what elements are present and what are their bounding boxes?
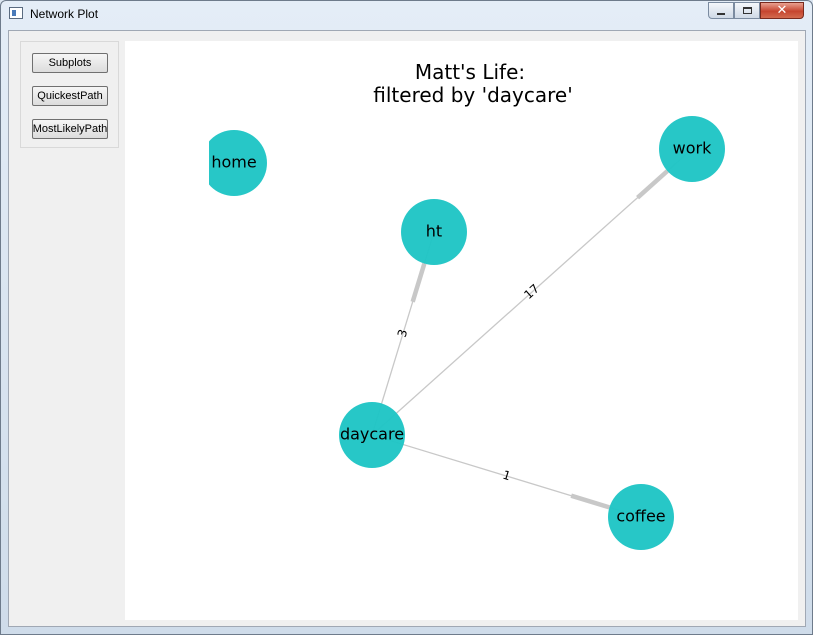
- window-title: Network Plot: [30, 7, 99, 21]
- subplots-button[interactable]: Subplots: [32, 53, 108, 73]
- window-app-icon: [9, 7, 23, 19]
- nodes-layer: home ht work daycare coffee: [209, 116, 725, 550]
- close-icon: ✕: [776, 3, 788, 18]
- edge-weight-label: 3: [395, 328, 411, 339]
- minimize-icon: [717, 12, 725, 15]
- node-label-work: work: [673, 139, 712, 158]
- node-label-coffee: coffee: [616, 507, 665, 526]
- node-label-home: home: [211, 153, 256, 172]
- most-likely-path-button[interactable]: MostLikelyPath: [32, 119, 108, 139]
- client-area: Subplots QuickestPath MostLikelyPath Mat…: [8, 30, 806, 627]
- edge-arrow-daycare-coffee: [570, 493, 611, 510]
- minimize-button[interactable]: [708, 2, 734, 19]
- network-graph: Matt's Life: filtered by 'daycare' 3171 …: [209, 60, 725, 550]
- node-label-daycare: daycare: [340, 425, 404, 444]
- button-panel: Subplots QuickestPath MostLikelyPath: [20, 41, 119, 148]
- edge-arrow-daycare-work: [636, 169, 669, 200]
- plot-title-line2: filtered by 'daycare': [373, 83, 572, 107]
- plot-title-line1: Matt's Life:: [415, 60, 525, 84]
- network-plot-canvas[interactable]: Matt's Life: filtered by 'daycare' 3 17 1 …: [125, 41, 798, 620]
- maximize-button[interactable]: [734, 2, 760, 19]
- quickest-path-button[interactable]: QuickestPath: [32, 86, 108, 106]
- maximize-icon: [742, 7, 752, 14]
- app-window: Network Plot ✕ Subplots QuickestPath Mos…: [0, 0, 813, 635]
- edge-weight-label: 1: [501, 468, 512, 484]
- edge-arrow-daycare-ht: [410, 262, 427, 303]
- node-label-ht: ht: [426, 222, 442, 241]
- title-bar[interactable]: Network Plot ✕: [1, 1, 812, 29]
- close-button[interactable]: ✕: [760, 2, 804, 19]
